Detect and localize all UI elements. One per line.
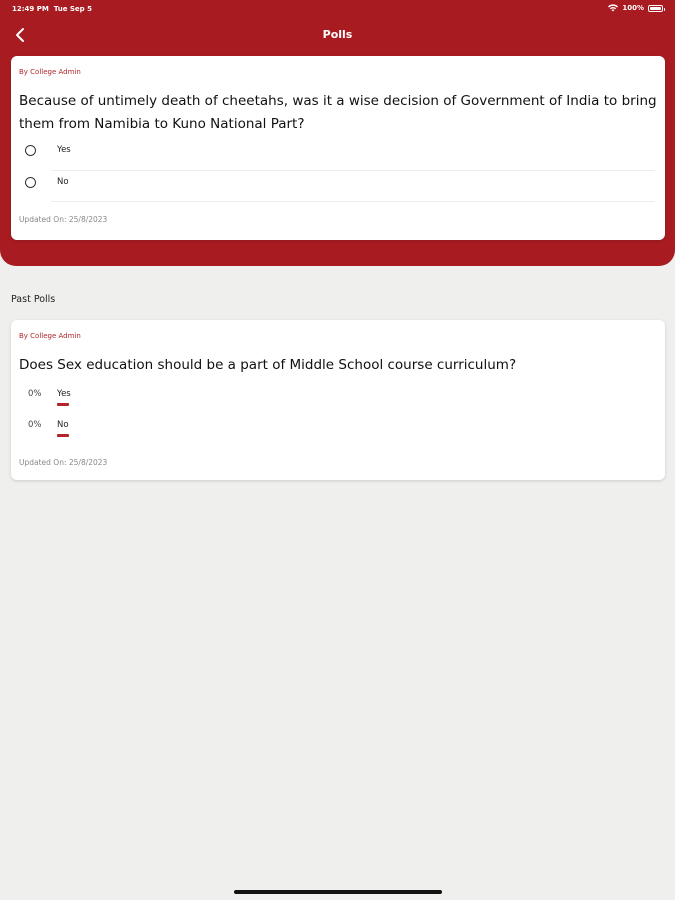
status-bar: 12:49 PM Tue Sep 5 100% <box>0 0 675 18</box>
home-indicator <box>234 890 442 894</box>
past-poll-card: By College Admin Does Sex education shou… <box>11 320 665 480</box>
poll-option-yes[interactable]: Yes <box>11 136 655 167</box>
result-percent: 0% <box>28 389 42 399</box>
poll-updated-date: Updated On: 25/8/2023 <box>19 458 108 467</box>
result-label: No <box>57 420 69 430</box>
poll-author: By College Admin <box>19 68 81 76</box>
status-date: Tue Sep 5 <box>53 5 92 13</box>
result-percent: 0% <box>28 420 42 430</box>
result-label: Yes <box>57 389 71 399</box>
poll-option-no[interactable]: No <box>11 168 655 199</box>
status-right: 100% <box>608 4 665 12</box>
poll-result-no: 0% No <box>11 420 131 444</box>
result-bar <box>57 434 69 437</box>
battery-icon <box>648 4 665 12</box>
past-polls-heading: Past Polls <box>11 294 56 305</box>
page-title: Polls <box>322 28 353 41</box>
battery-percent: 100% <box>622 4 644 12</box>
radio-button[interactable] <box>25 177 36 188</box>
poll-author: By College Admin <box>19 332 81 340</box>
wifi-icon <box>608 4 619 12</box>
poll-option-label: No <box>57 177 69 187</box>
poll-question: Does Sex education should be a part of M… <box>19 357 517 373</box>
poll-updated-date: Updated On: 25/8/2023 <box>19 215 108 224</box>
result-bar <box>57 403 69 406</box>
active-poll-card: By College Admin Because of untimely dea… <box>11 56 665 240</box>
radio-button[interactable] <box>25 145 36 156</box>
status-time-date: 12:49 PM Tue Sep 5 <box>12 5 92 13</box>
poll-option-label: Yes <box>57 145 71 155</box>
poll-question: Because of untimely death of cheetahs, w… <box>19 93 657 132</box>
nav-bar: Polls <box>0 22 675 48</box>
poll-result-yes: 0% Yes <box>11 389 131 413</box>
status-time: 12:49 PM <box>12 5 49 13</box>
divider <box>51 201 655 202</box>
